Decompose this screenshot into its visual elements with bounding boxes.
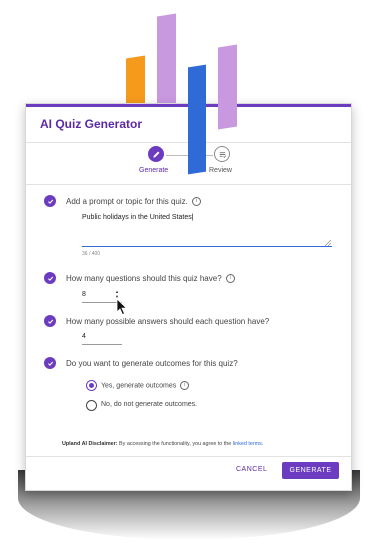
- linked-terms-link[interactable]: linked terms: [233, 441, 262, 447]
- prompt-label-text: Add a prompt or topic for this quiz.: [66, 197, 188, 206]
- review-list-icon: [219, 151, 226, 158]
- radio-yes-label: Yes, generate outcomes i: [101, 381, 190, 390]
- radio-no-generate-outcomes[interactable]: [86, 400, 97, 411]
- divider: [26, 456, 351, 457]
- info-icon[interactable]: i: [225, 274, 235, 284]
- step-review[interactable]: [214, 146, 230, 162]
- ai-disclaimer: Upland AI Disclaimer: By accessing the f…: [62, 441, 263, 447]
- step-generate[interactable]: [148, 146, 164, 162]
- answer-count-underline: [82, 344, 122, 345]
- decorative-bar-lilac: [157, 13, 176, 117]
- generate-button[interactable]: GENERATE: [282, 462, 339, 479]
- decorative-bar-blue: [188, 64, 206, 175]
- answer-count-input[interactable]: 4: [82, 333, 86, 340]
- radio-yes-generate-outcomes[interactable]: [86, 380, 97, 391]
- character-counter: 36 / 400: [82, 251, 101, 257]
- disclaimer-end: .: [261, 441, 264, 447]
- question-count-input[interactable]: 8: [82, 291, 86, 298]
- decorative-bar-lilac: [218, 44, 237, 130]
- question-count-label: How many questions should this quiz have…: [66, 274, 235, 284]
- prompt-input-value: Public holidays in the United States: [82, 214, 192, 221]
- info-icon[interactable]: i: [191, 197, 201, 207]
- outcomes-label: Do you want to generate outcomes for thi…: [66, 359, 238, 368]
- pencil-icon: [152, 151, 159, 158]
- info-icon[interactable]: i: [180, 381, 190, 390]
- answer-count-label: How many possible answers should each qu…: [66, 317, 270, 326]
- radio-no-label: No, do not generate outcomes.: [101, 401, 198, 408]
- step-generate-label: Generate: [139, 167, 169, 174]
- radio-yes-label-text: Yes, generate outcomes: [101, 382, 177, 390]
- check-icon: [44, 357, 56, 369]
- prompt-input-underline: [82, 246, 332, 247]
- question-count-label-text: How many questions should this quiz have…: [66, 274, 222, 283]
- check-icon: [44, 195, 56, 207]
- prompt-question-label: Add a prompt or topic for this quiz. i: [66, 197, 201, 207]
- divider: [26, 184, 351, 185]
- step-review-label: Review: [209, 167, 232, 174]
- cancel-button[interactable]: CANCEL: [236, 466, 267, 473]
- mouse-pointer-icon: [116, 298, 128, 316]
- disclaimer-title: Upland AI Disclaimer:: [62, 441, 118, 447]
- check-icon: [44, 272, 56, 284]
- check-icon: [44, 315, 56, 327]
- prompt-input[interactable]: Public holidays in the United States|: [82, 214, 194, 221]
- disclaimer-text: By accessing the functionality, you agre…: [117, 441, 233, 447]
- dialog-title: AI Quiz Generator: [40, 117, 143, 131]
